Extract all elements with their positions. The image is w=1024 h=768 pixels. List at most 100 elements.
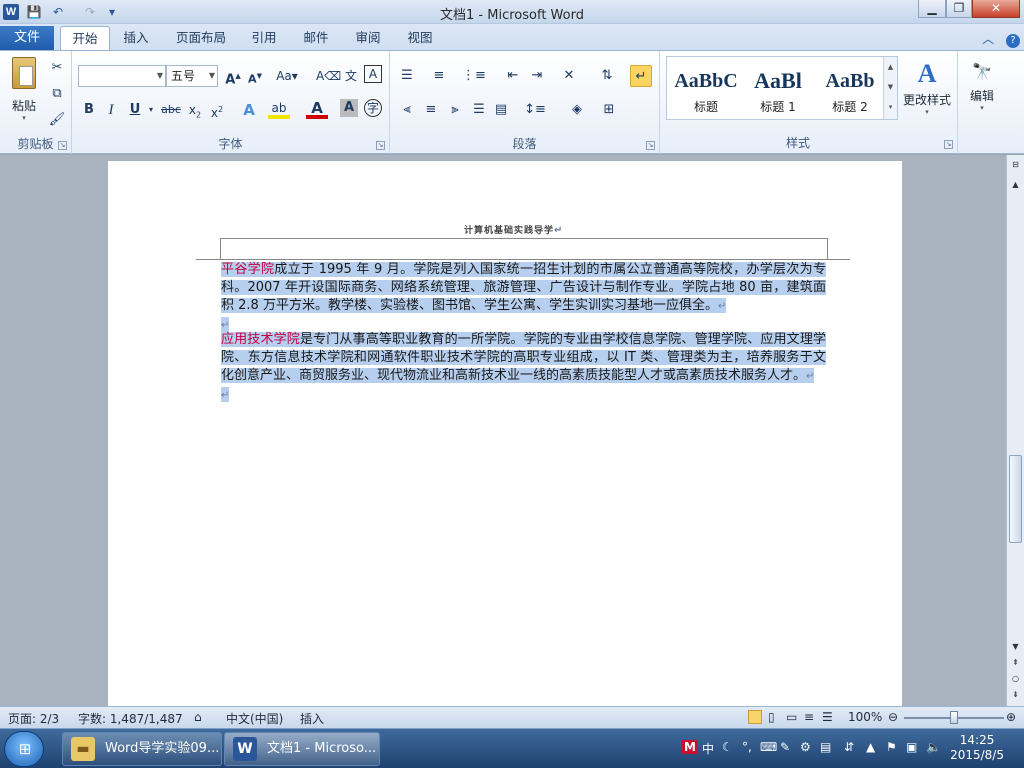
taskbar-item-word[interactable]: W 文档1 - Microso... (224, 732, 380, 766)
show-hide-marks-icon[interactable]: ↵ (630, 65, 652, 87)
tab-references[interactable]: 引用 (244, 26, 284, 50)
clipboard-launcher-icon[interactable]: ↘ (58, 141, 67, 150)
tab-mailings[interactable]: 邮件 (296, 26, 336, 50)
zoom-out-icon[interactable]: ⊖ (888, 710, 898, 724)
shrink-font-icon[interactable]: A▼ (244, 65, 266, 87)
tab-view[interactable]: 视图 (400, 26, 440, 50)
tab-review[interactable]: 审阅 (348, 26, 388, 50)
paragraph-1[interactable]: 平谷学院成立于 1995 年 9 月。学院是列入国家统一招生计划的市属公立普通高… (221, 261, 826, 335)
ime-tool-icon[interactable]: ✎ (780, 740, 790, 754)
style-tile-heading1[interactable]: AaBl 标题 1 (743, 64, 813, 122)
bold-icon[interactable]: B (78, 99, 100, 121)
distributed-icon[interactable]: ▤ (490, 99, 512, 121)
file-tab[interactable]: 文件 (0, 26, 54, 50)
character-shading-icon[interactable]: A (340, 99, 358, 117)
print-layout-view-icon[interactable] (748, 710, 762, 724)
phonetic-guide-icon[interactable]: 文 (340, 65, 362, 87)
align-right-icon[interactable]: ⫸ (444, 99, 466, 121)
help-icon[interactable]: ? (1006, 34, 1020, 48)
sort-icon[interactable]: ⇅ (596, 65, 618, 87)
start-button[interactable]: ⊞ (4, 731, 44, 767)
text-effects-icon[interactable]: A (238, 99, 260, 121)
previous-page-icon[interactable]: ⇞ (1009, 657, 1022, 669)
restore-button[interactable]: ❐ (946, 0, 972, 18)
zoom-slider-knob[interactable] (950, 711, 958, 724)
vertical-scrollbar[interactable]: ⊟ ▲ ▼ ⇞ ○ ⇟ (1006, 155, 1024, 706)
strikethrough-icon[interactable]: abc (160, 99, 182, 121)
subscript-icon[interactable]: x2 (184, 99, 206, 121)
style-tile-heading2[interactable]: AaBb 标题 2 (815, 64, 885, 122)
decrease-indent-icon[interactable]: ⇤ (502, 65, 524, 87)
underline-dropdown-icon[interactable]: ▾ (140, 99, 162, 121)
ime-doc-icon[interactable]: ▤ (820, 740, 831, 754)
line-spacing-icon[interactable]: ↕≡ (524, 99, 546, 121)
gallery-down-icon[interactable]: ▼ (884, 77, 897, 97)
scroll-thumb[interactable] (1009, 455, 1022, 543)
clear-formatting-icon[interactable]: A⌫ (316, 65, 341, 87)
ime-expand-icon[interactable]: ⇵ (844, 740, 854, 754)
zoom-in-icon[interactable]: ⊕ (1006, 710, 1016, 724)
ime-keyboard-icon[interactable]: ⌨ (760, 740, 777, 754)
change-case-icon[interactable]: Aa▾ (276, 65, 298, 87)
style-tile-title[interactable]: AaBbC 标题 (671, 64, 741, 122)
superscript-icon[interactable]: x2 (206, 99, 228, 121)
draft-view-icon[interactable]: ☰ (822, 710, 833, 724)
ime-settings-icon[interactable]: ⚙ (800, 740, 811, 754)
bullets-icon[interactable]: ☰ (396, 65, 418, 87)
editing-button[interactable]: 🔭 编辑 ▾ (962, 57, 1002, 123)
zoom-level[interactable]: 100% (848, 710, 882, 724)
align-left-icon[interactable]: ⫷ (396, 99, 418, 121)
scroll-down-icon[interactable]: ▼ (1009, 641, 1022, 653)
clock[interactable]: 14:25 2015/8/5 (950, 733, 1004, 763)
paragraph-2[interactable]: 应用技术学院是专门从事高等职业教育的一所学院。学院的专业由学校信息学院、管理学院… (221, 331, 826, 405)
styles-launcher-icon[interactable]: ↘ (944, 140, 953, 149)
copy-icon[interactable]: ⧉ (46, 83, 68, 105)
select-browse-object-icon[interactable]: ○ (1009, 673, 1022, 685)
volume-icon[interactable]: 🔈 (926, 740, 941, 754)
action-center-icon[interactable]: ⚑ (886, 740, 897, 754)
ime-m-icon[interactable]: M (682, 740, 698, 754)
borders-icon[interactable]: ⊞ (598, 99, 620, 121)
highlight-color-icon[interactable]: ab (268, 99, 290, 119)
styles-gallery[interactable]: AaBbC 标题 AaBl 标题 1 AaBb 标题 2 ▲ ▼ ▾ (666, 56, 898, 120)
multilevel-list-icon[interactable]: ⋮≡ (462, 65, 486, 87)
ruler-toggle-icon[interactable]: ⊟ (1009, 159, 1022, 171)
numbering-icon[interactable]: ≡ (428, 65, 450, 87)
network-icon[interactable]: ▣ (906, 740, 917, 754)
font-launcher-icon[interactable]: ↘ (376, 141, 385, 150)
gallery-up-icon[interactable]: ▲ (884, 57, 897, 77)
cut-icon[interactable]: ✂ (46, 57, 68, 79)
align-center-icon[interactable]: ≡ (420, 99, 442, 121)
paste-button[interactable]: 粘贴 ▾ (6, 55, 42, 125)
enclose-characters-icon[interactable]: 字 (364, 99, 382, 117)
font-color-icon[interactable]: A (306, 99, 328, 119)
gallery-more-icon[interactable]: ▾ (884, 97, 897, 117)
chinese-layout-icon[interactable]: ✕ (558, 65, 580, 87)
page-count[interactable]: 页面: 2/3 (8, 710, 59, 727)
ime-moon-icon[interactable]: ☾ (722, 740, 733, 754)
insert-mode-indicator[interactable]: 插入 (300, 710, 324, 727)
italic-icon[interactable]: I (100, 99, 122, 121)
paragraph-launcher-icon[interactable]: ↘ (646, 141, 655, 150)
gallery-scroll[interactable]: ▲ ▼ ▾ (883, 57, 897, 119)
full-screen-view-icon[interactable]: ▯ (768, 710, 775, 724)
font-name-combo[interactable]: ▼ (78, 65, 166, 87)
outline-view-icon[interactable]: ≡ (804, 710, 814, 724)
language-indicator[interactable]: 中文(中国) (226, 710, 283, 727)
scroll-up-icon[interactable]: ▲ (1009, 179, 1022, 191)
tab-home[interactable]: 开始 (60, 26, 110, 51)
minimize-ribbon-icon[interactable]: ︿ (982, 32, 994, 46)
ime-punct-icon[interactable]: °, (742, 740, 752, 754)
grow-font-icon[interactable]: A▲ (222, 65, 244, 87)
tab-page-layout[interactable]: 页面布局 (168, 26, 234, 50)
web-layout-view-icon[interactable]: ▭ (786, 710, 797, 724)
proofing-icon[interactable]: ⌂ (194, 710, 202, 724)
increase-indent-icon[interactable]: ⇥ (526, 65, 548, 87)
character-border-icon[interactable]: A (364, 65, 382, 83)
font-size-combo[interactable]: 五号 ▼ (166, 65, 218, 87)
next-page-icon[interactable]: ⇟ (1009, 689, 1022, 701)
change-styles-button[interactable]: A 更改样式 ▾ (900, 57, 954, 123)
document-page[interactable]: 计算机基础实践导学↵ 平谷学院成立于 1995 年 9 月。学院是列入国家统一招… (108, 161, 902, 721)
ime-language-indicator[interactable]: 中 (702, 740, 714, 757)
word-count[interactable]: 字数: 1,487/1,487 (78, 710, 183, 727)
